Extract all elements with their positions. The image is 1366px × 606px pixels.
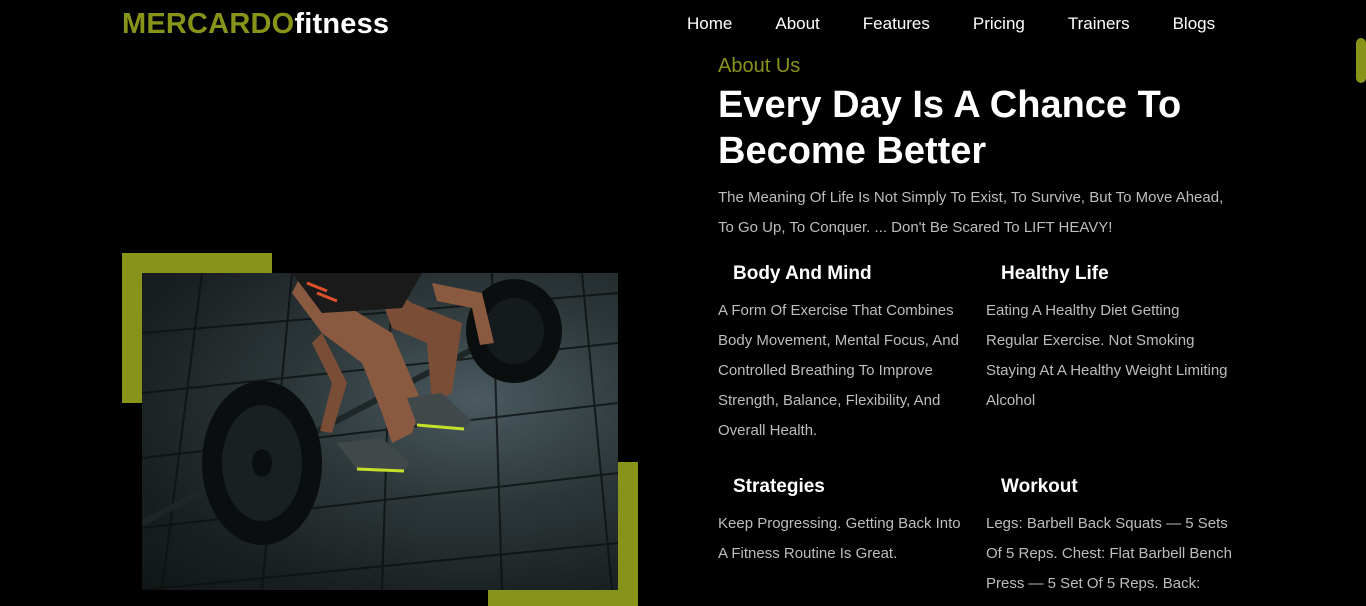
nav-trainers[interactable]: Trainers xyxy=(1068,12,1130,36)
nav-blogs[interactable]: Blogs xyxy=(1173,12,1216,36)
nav-home[interactable]: Home xyxy=(687,12,732,36)
section-headline: Every Day Is A Chance To Become Better xyxy=(718,82,1278,174)
feature-text-healthy-life: Eating A Healthy Diet Getting Regular Ex… xyxy=(986,302,1228,409)
deadlift-photo xyxy=(142,273,618,590)
feature-text-body-and-mind: A Form Of Exercise That Combines Body Mo… xyxy=(718,302,959,439)
logo-suffix: fitness xyxy=(294,8,390,40)
nav-features[interactable]: Features xyxy=(863,12,930,36)
deadlift-illustration xyxy=(142,273,618,590)
headline-line-1: Every Day Is A Chance To xyxy=(718,84,1182,126)
headline-line-2: Become Better xyxy=(718,130,987,172)
logo-brand: MERCARDO xyxy=(122,8,295,40)
feature-title-body-and-mind: Body And Mind xyxy=(733,263,872,284)
scrollbar-thumb[interactable] xyxy=(1356,38,1366,83)
intro-text: The Meaning Of Life Is Not Simply To Exi… xyxy=(718,189,1224,236)
nav-about[interactable]: About xyxy=(775,12,819,36)
nav-pricing[interactable]: Pricing xyxy=(973,12,1025,36)
feature-title-workout: Workout xyxy=(1001,476,1078,497)
main-nav: Home About Features Pricing Trainers Blo… xyxy=(687,12,1215,36)
feature-title-healthy-life: Healthy Life xyxy=(1001,263,1109,284)
section-eyebrow: About Us xyxy=(718,55,801,77)
feature-title-strategies: Strategies xyxy=(733,476,825,497)
site-logo[interactable]: MERCARDOfitness xyxy=(122,6,389,42)
feature-text-strategies: Keep Progressing. Getting Back Into A Fi… xyxy=(718,515,961,562)
feature-text-workout: Legs: Barbell Back Squats — 5 Sets Of 5 … xyxy=(986,515,1232,592)
